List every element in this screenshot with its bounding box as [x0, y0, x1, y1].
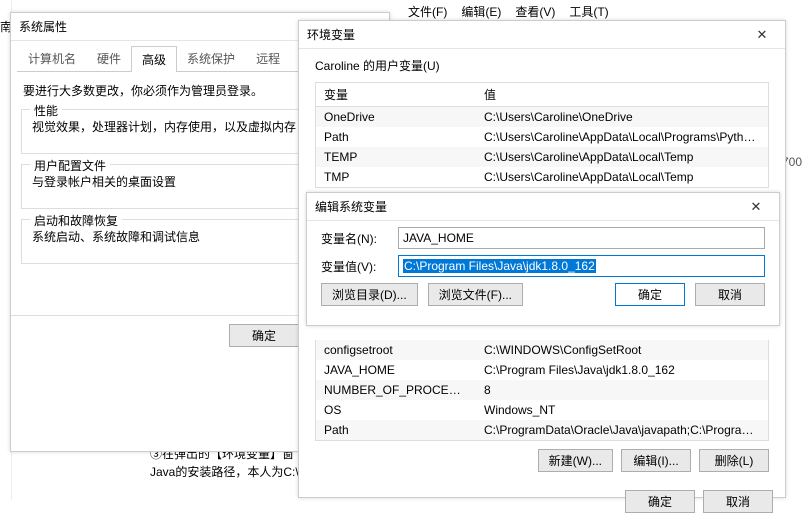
menu-edit[interactable]: 编辑(E): [457, 2, 505, 20]
table-row[interactable]: PathC:\Users\Caroline\AppData\Local\Prog…: [316, 127, 768, 147]
browse-file-button[interactable]: 浏览文件(F)...: [428, 283, 523, 306]
var-name-label: 变量名(N):: [321, 230, 386, 247]
table-row[interactable]: configsetrootC:\WINDOWS\ConfigSetRoot: [316, 340, 768, 360]
sysprop-title: 系统属性: [19, 18, 67, 35]
table-row[interactable]: OSWindows_NT: [316, 400, 768, 420]
sysprop-ok-button[interactable]: 确定: [229, 324, 299, 347]
menu-file[interactable]: 文件(F): [404, 2, 451, 20]
var-value-input[interactable]: C:\Program Files\Java\jdk1.8.0_162: [398, 255, 765, 277]
env-title: 环境变量: [307, 26, 355, 43]
col-var[interactable]: 变量: [316, 83, 476, 106]
tab-advanced[interactable]: 高级: [131, 46, 177, 72]
env-cancel-button[interactable]: 取消: [703, 490, 773, 513]
footer-line2: Java的安装路径，本人为C:\P: [150, 465, 307, 479]
startup-title: 启动和故障恢复: [30, 212, 122, 229]
table-row[interactable]: OneDriveC:\Users\Caroline\OneDrive: [316, 107, 768, 127]
tab-system-protection[interactable]: 系统保护: [176, 45, 246, 71]
system-vars-table[interactable]: configsetrootC:\WINDOWS\ConfigSetRootJAV…: [315, 340, 769, 441]
edit-titlebar[interactable]: 编辑系统变量 ✕: [307, 193, 779, 221]
table-row[interactable]: TEMPC:\Users\Caroline\AppData\Local\Temp: [316, 147, 768, 167]
tab-remote[interactable]: 远程: [245, 45, 291, 71]
app-menubar: 文件(F) 编辑(E) 查看(V) 工具(T): [400, 0, 617, 22]
user-vars-label: Caroline 的用户变量(U): [315, 57, 769, 74]
browse-directory-button[interactable]: 浏览目录(D)...: [321, 283, 418, 306]
table-row[interactable]: NUMBER_OF_PROCESSORS8: [316, 380, 768, 400]
tab-hardware[interactable]: 硬件: [86, 45, 132, 71]
menu-view[interactable]: 查看(V): [511, 2, 559, 20]
edit-cancel-button[interactable]: 取消: [695, 283, 765, 306]
performance-title: 性能: [30, 102, 62, 119]
user-profile-title: 用户配置文件: [30, 157, 110, 174]
sys-new-button[interactable]: 新建(W)...: [538, 449, 613, 472]
var-name-input[interactable]: [398, 227, 765, 249]
sys-edit-button[interactable]: 编辑(I)...: [621, 449, 691, 472]
var-value-label: 变量值(V):: [321, 258, 386, 275]
table-row[interactable]: PathC:\ProgramData\Oracle\Java\javapath;…: [316, 420, 768, 440]
user-vars-table[interactable]: 变量 值 OneDriveC:\Users\Caroline\OneDriveP…: [315, 82, 769, 188]
var-value-text: C:\Program Files\Java\jdk1.8.0_162: [403, 259, 596, 273]
tab-computer-name[interactable]: 计算机名: [17, 45, 87, 71]
col-val[interactable]: 值: [476, 83, 768, 106]
env-ok-button[interactable]: 确定: [625, 490, 695, 513]
sys-delete-button[interactable]: 删除(L): [699, 449, 769, 472]
edit-title: 编辑系统变量: [315, 198, 387, 215]
close-icon[interactable]: ✕: [741, 199, 771, 215]
edit-system-variable-dialog: 编辑系统变量 ✕ 变量名(N): 变量值(V): C:\Program File…: [306, 192, 780, 326]
close-icon[interactable]: ✕: [747, 27, 777, 43]
env-titlebar[interactable]: 环境变量 ✕: [299, 21, 785, 49]
menu-tool[interactable]: 工具(T): [565, 2, 612, 20]
table-row[interactable]: TMPC:\Users\Caroline\AppData\Local\Temp: [316, 167, 768, 187]
table-row[interactable]: JAVA_HOMEC:\Program Files\Java\jdk1.8.0_…: [316, 360, 768, 380]
edit-ok-button[interactable]: 确定: [615, 283, 685, 306]
